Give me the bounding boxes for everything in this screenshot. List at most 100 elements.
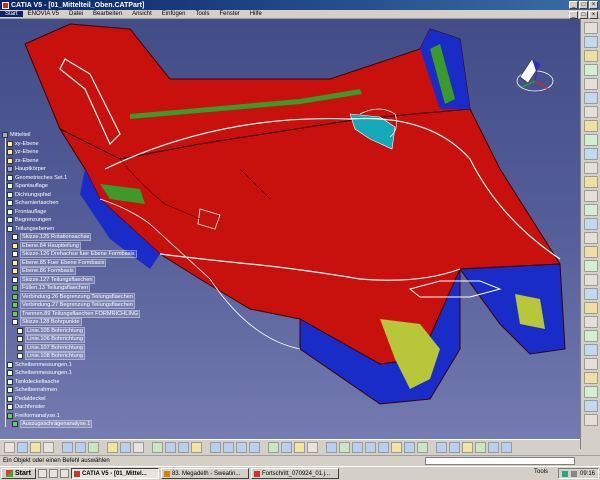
toolbar-tool-icon[interactable] bbox=[583, 358, 598, 370]
toolbar-tool-icon[interactable] bbox=[307, 442, 318, 453]
tree-item[interactable]: Linie.106 Bohrrichtung bbox=[2, 335, 162, 344]
toolbar-tool-icon[interactable] bbox=[583, 22, 598, 34]
doc-minimize-button[interactable]: _ bbox=[569, 11, 578, 19]
toolbar-tool-icon[interactable] bbox=[191, 442, 202, 453]
tree-item[interactable]: Auszugsschrägenanalyse.1 bbox=[2, 420, 162, 429]
toolbar-tool-icon[interactable] bbox=[583, 302, 598, 314]
toolbar-tool-icon[interactable] bbox=[583, 288, 598, 300]
toolbar-tool-icon[interactable] bbox=[583, 260, 598, 272]
toolbar-tool-icon[interactable] bbox=[365, 442, 376, 453]
toolbar-tool-icon[interactable] bbox=[501, 442, 512, 453]
toolbar-tool-icon[interactable] bbox=[583, 274, 598, 286]
toolbar-tool-icon[interactable] bbox=[583, 330, 598, 342]
toolbar-tool-icon[interactable] bbox=[583, 120, 598, 132]
toolbar-tool-icon[interactable] bbox=[404, 442, 415, 453]
close-button[interactable]: × bbox=[589, 1, 598, 9]
toolbar-tool-icon[interactable] bbox=[583, 92, 598, 104]
toolbar-tool-icon[interactable] bbox=[391, 442, 402, 453]
task-button-image[interactable]: Fortschritt_070924_01.j... bbox=[250, 468, 339, 479]
doc-restore-button[interactable]: □ bbox=[579, 11, 588, 19]
tree-item[interactable]: Begrenzungen bbox=[2, 216, 162, 225]
menu-fenster[interactable]: Fenster bbox=[214, 11, 244, 17]
tree-item[interactable]: Ebene.85 Fuer Ebene Formbasis bbox=[2, 258, 162, 268]
toolbar-tool-icon[interactable] bbox=[583, 106, 598, 118]
tree-item[interactable]: Linie.108 Bohrrichtung bbox=[2, 352, 162, 361]
tree-item[interactable]: Skizze.127 Teilungsflaechen bbox=[2, 275, 162, 285]
tree-item[interactable]: Skizze.125 Rotationsachse bbox=[2, 233, 162, 242]
maximize-button[interactable]: □ bbox=[579, 1, 588, 9]
toolbar-tool-icon[interactable] bbox=[249, 442, 260, 453]
toolbar-tool-icon[interactable] bbox=[43, 442, 54, 453]
toolbar-tool-icon[interactable] bbox=[583, 162, 598, 174]
toolbar-tool-icon[interactable] bbox=[4, 442, 15, 453]
toolbar-tool-icon[interactable] bbox=[223, 442, 234, 453]
toolbar-tool-icon[interactable] bbox=[152, 442, 163, 453]
tree-item[interactable]: Scheibenrahmen bbox=[2, 386, 162, 395]
tree-item[interactable]: Dachfenster bbox=[2, 403, 162, 412]
start-button[interactable]: Start bbox=[1, 468, 36, 479]
tree-item[interactable]: Skizze.126 Drehachse fuer Ebene Formbasi… bbox=[2, 250, 162, 259]
minimize-button[interactable]: _ bbox=[569, 1, 578, 9]
toolbar-tool-icon[interactable] bbox=[378, 442, 389, 453]
tools-toolbar-label[interactable]: Tools bbox=[534, 469, 548, 475]
toolbar-tool-icon[interactable] bbox=[417, 442, 428, 453]
toolbar-tool-icon[interactable] bbox=[583, 386, 598, 398]
toolbar-tool-icon[interactable] bbox=[133, 442, 144, 453]
tree-item[interactable]: Scheibenmessungen.1 bbox=[2, 369, 162, 378]
toolbar-tool-icon[interactable] bbox=[165, 442, 176, 453]
tray-volume-icon[interactable] bbox=[570, 470, 577, 477]
tree-item[interactable]: Teilungsebenen bbox=[2, 225, 162, 234]
toolbar-tool-icon[interactable] bbox=[583, 316, 598, 328]
menu-ansicht[interactable]: Ansicht bbox=[127, 11, 157, 17]
toolbar-tool-icon[interactable] bbox=[352, 442, 363, 453]
tree-item[interactable]: xy-Ebene bbox=[2, 140, 162, 149]
toolbar-tool-icon[interactable] bbox=[88, 442, 99, 453]
toolbar-tool-icon[interactable] bbox=[583, 134, 598, 146]
toolbar-tool-icon[interactable] bbox=[583, 176, 598, 188]
toolbar-tool-icon[interactable] bbox=[583, 204, 598, 216]
tree-item[interactable]: Skizze.128 Bohrpunkte bbox=[2, 318, 162, 327]
toolbar-tool-icon[interactable] bbox=[449, 442, 460, 453]
toolbar-tool-icon[interactable] bbox=[107, 442, 118, 453]
toolbar-tool-icon[interactable] bbox=[583, 78, 598, 90]
toolbar-tool-icon[interactable] bbox=[583, 232, 598, 244]
toolbar-tool-icon[interactable] bbox=[583, 50, 598, 62]
toolbar-tool-icon[interactable] bbox=[236, 442, 247, 453]
toolbar-tool-icon[interactable] bbox=[583, 246, 598, 258]
menu-start[interactable]: Start bbox=[0, 11, 23, 17]
tree-item[interactable]: Ebene.86 Formbasis bbox=[2, 267, 162, 276]
task-button-catia[interactable]: CATIA V5 - [01_Mittel... bbox=[70, 468, 159, 479]
toolbar-tool-icon[interactable] bbox=[339, 442, 350, 453]
quicklaunch-browser-icon[interactable] bbox=[48, 469, 58, 478]
quicklaunch-desktop-icon[interactable] bbox=[37, 469, 47, 478]
toolbar-tool-icon[interactable] bbox=[583, 148, 598, 160]
toolbar-tool-icon[interactable] bbox=[583, 414, 598, 426]
task-button-winamp[interactable]: 83. Megadeth - Sweatin... bbox=[160, 468, 249, 479]
menu-bearbeiten[interactable]: Bearbeiten bbox=[88, 11, 127, 17]
toolbar-tool-icon[interactable] bbox=[268, 442, 279, 453]
tree-item[interactable]: Linie.105 Bohrrichtung bbox=[2, 326, 162, 336]
tree-item[interactable]: Freiformanalyse.1 bbox=[2, 412, 162, 421]
tree-item[interactable]: Scheibenmessungen.1 bbox=[2, 361, 162, 370]
toolbar-tool-icon[interactable] bbox=[583, 344, 598, 356]
doc-close-button[interactable]: × bbox=[589, 11, 598, 19]
toolbar-tool-icon[interactable] bbox=[583, 190, 598, 202]
tree-item[interactable]: Geometrisches Set.1 bbox=[2, 174, 162, 183]
toolbar-tool-icon[interactable] bbox=[583, 400, 598, 412]
toolbar-tool-icon[interactable] bbox=[75, 442, 86, 453]
tree-item[interactable]: Pedaldeckel bbox=[2, 395, 162, 404]
tree-item[interactable]: zx-Ebene bbox=[2, 157, 162, 166]
toolbar-tool-icon[interactable] bbox=[583, 372, 598, 384]
toolbar-tool-icon[interactable] bbox=[178, 442, 189, 453]
toolbar-tool-icon[interactable] bbox=[210, 442, 221, 453]
toolbar-tool-icon[interactable] bbox=[62, 442, 73, 453]
tree-item[interactable]: Ebene.84 Hauptteilung bbox=[2, 241, 162, 251]
toolbar-tool-icon[interactable] bbox=[294, 442, 305, 453]
3d-viewport[interactable]: Mittelteil xy-Ebene yz-Ebene zx-Ebene Haupt… bbox=[0, 19, 580, 439]
toolbar-tool-icon[interactable] bbox=[583, 36, 598, 48]
toolbar-tool-icon[interactable] bbox=[120, 442, 131, 453]
tree-item[interactable]: Füllen.13 Teilungsflaechen bbox=[2, 284, 162, 293]
tree-item[interactable]: yz-Ebene bbox=[2, 148, 162, 157]
tree-item[interactable]: Linie.107 Bohrrichtung bbox=[2, 343, 162, 353]
tree-root-mittelteil[interactable]: Mittelteil bbox=[2, 131, 162, 140]
